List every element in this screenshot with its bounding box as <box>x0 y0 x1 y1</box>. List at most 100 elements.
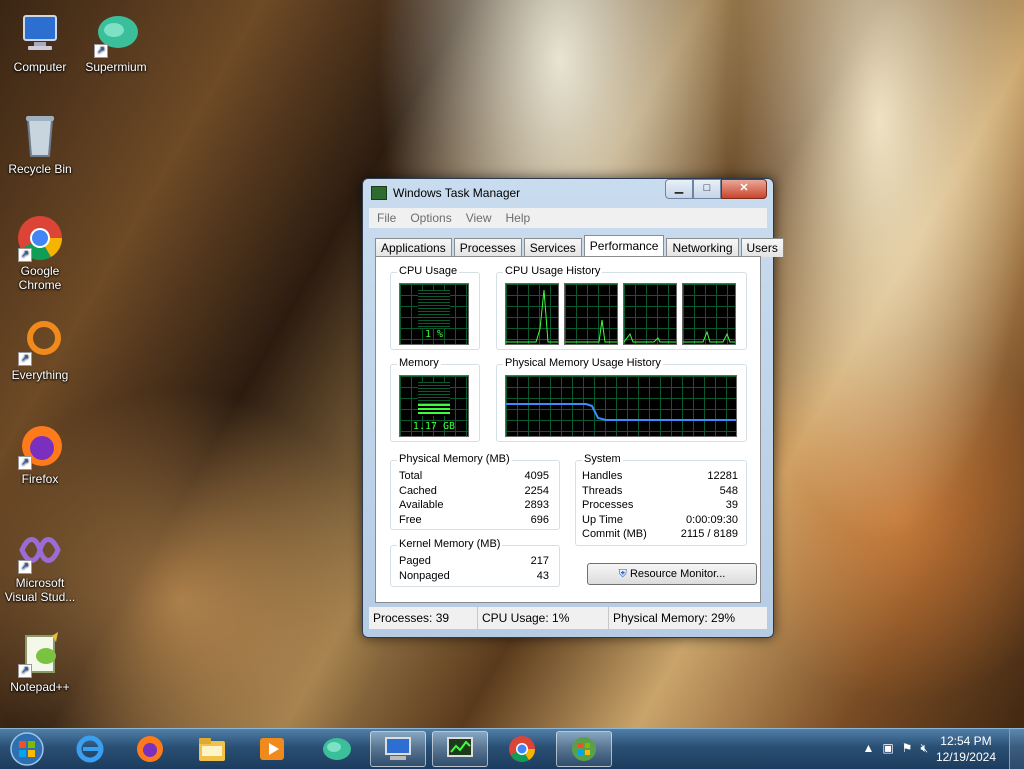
folder-icon <box>199 738 225 761</box>
stat-row-free: Free 696 <box>399 513 549 528</box>
stat-name: Paged <box>399 555 431 567</box>
stat-row-cached: Cached 2254 <box>399 484 549 499</box>
physical-memory-label: Physical Memory (MB) <box>397 453 512 465</box>
stat-name: Free <box>399 513 422 526</box>
system-tray: ▲ ▣ ⚑ 🔇︎ <box>862 741 928 756</box>
taskbar-firefox[interactable] <box>122 731 178 767</box>
taskbar-media-player[interactable] <box>244 731 300 767</box>
desktop-icon-recycle-bin[interactable]: Recycle Bin <box>2 112 78 176</box>
stat-value: 39 <box>725 499 738 511</box>
chrome-icon: ↗ <box>16 214 64 262</box>
desktop-icon-label: Google Chrome <box>18 264 62 292</box>
memory-group: Memory 1.17 GB <box>390 357 480 442</box>
stat-name: Handles <box>582 470 623 482</box>
stat-value: 2115 / 8189 <box>680 528 738 540</box>
status-cpu-usage: CPU Usage: 1% <box>478 607 609 629</box>
menu-view[interactable]: View <box>466 211 492 225</box>
taskbar-remote-desktop[interactable] <box>370 731 426 767</box>
stat-name: Up Time <box>582 513 623 526</box>
desktop-icon-notepad-plus-plus[interactable]: ↗ Notepad++ <box>2 630 78 694</box>
desktop-icon-label: Firefox <box>21 472 59 486</box>
taskbar-internet-explorer[interactable] <box>62 731 118 767</box>
desktop-icon-label: Computer <box>13 60 67 74</box>
tab-applications[interactable]: Applications <box>375 238 452 257</box>
taskbar-chrome[interactable] <box>494 731 550 767</box>
cpu-usage-group: CPU Usage 1 % <box>390 265 480 350</box>
memory-bars-used <box>418 404 450 416</box>
tab-users[interactable]: Users <box>740 238 784 257</box>
resource-monitor-button[interactable]: ⛨ Resource Monitor... <box>587 563 757 585</box>
cpu-usage-meter: 1 % <box>399 283 469 345</box>
network-icon[interactable]: ▣ <box>882 741 893 756</box>
stat-name: Total <box>399 470 423 482</box>
stat-value: 2254 <box>524 484 549 497</box>
shortcut-arrow-icon: ↗ <box>94 44 108 58</box>
volume-muted-icon[interactable]: 🔇︎ <box>920 741 928 756</box>
desktop-icon-everything[interactable]: ↗ Everything <box>2 318 78 382</box>
stat-value: 548 <box>719 484 738 497</box>
task-manager-app-icon <box>371 186 387 200</box>
cpu-history-graph-core-3 <box>623 283 677 345</box>
desktop-icon-firefox[interactable]: ↗ Firefox <box>2 422 78 486</box>
clock[interactable]: 12:54 PM 12/19/2024 <box>936 733 996 765</box>
cpu-history-graph-core-4 <box>682 283 736 345</box>
recycle-bin-icon <box>16 112 64 160</box>
firefox-icon: ↗ <box>16 422 64 470</box>
taskbar-windows-app[interactable] <box>556 731 612 767</box>
resource-monitor-label: Resource Monitor... <box>629 568 726 580</box>
stat-value: 0:00:09:30 <box>686 513 738 526</box>
desktop-icon-visual-studio[interactable]: ↗ Microsoft Visual Stud... <box>0 526 80 604</box>
stat-name: Nonpaged <box>399 569 450 582</box>
windows-orb-icon <box>572 737 596 761</box>
taskbar-file-explorer[interactable] <box>184 731 240 767</box>
stat-value: 696 <box>530 513 549 526</box>
tab-performance[interactable]: Performance <box>583 235 665 257</box>
physical-memory-group: Physical Memory (MB) Total 4095 Cached 225… <box>390 453 560 530</box>
close-button[interactable]: ✕ <box>721 179 767 199</box>
computer-icon <box>16 10 64 58</box>
show-hidden-icons-button[interactable]: ▲ <box>862 741 874 756</box>
media-player-icon <box>260 738 284 760</box>
cpu-history-graph-core-2 <box>564 283 618 345</box>
window-title: Windows Task Manager <box>393 186 521 200</box>
cpu-usage-value: 1 % <box>424 329 444 340</box>
stat-row-handles: Handles 12281 <box>582 469 738 484</box>
show-desktop-button[interactable] <box>1009 729 1024 769</box>
internet-explorer-icon <box>76 735 104 763</box>
cpu-usage-label: CPU Usage <box>397 265 460 277</box>
stat-row-nonpaged: Nonpaged 43 <box>399 569 549 584</box>
action-center-flag-icon[interactable]: ⚑ <box>902 741 913 756</box>
supermium-icon: ↗ <box>92 10 140 58</box>
maximize-button[interactable]: □ <box>693 179 721 199</box>
supermium-icon <box>323 738 351 760</box>
menu-file[interactable]: File <box>377 211 396 225</box>
memory-history-graph <box>505 375 737 437</box>
title-bar[interactable]: Windows Task Manager <box>371 183 520 203</box>
stat-value: 4095 <box>524 470 549 482</box>
task-manager-icon <box>447 737 473 757</box>
desktop-icon-supermium[interactable]: ↗ Supermium <box>78 10 154 74</box>
tab-services[interactable]: Services <box>523 238 582 257</box>
memory-meter: 1.17 GB <box>399 375 469 437</box>
taskbar: ▲ ▣ ⚑ 🔇︎ 12:54 PM 12/19/2024 <box>0 728 1024 769</box>
stat-name: Processes <box>582 499 634 511</box>
taskbar-supermium[interactable] <box>308 731 364 767</box>
desktop-icon-label: Microsoft Visual Stud... <box>4 576 76 604</box>
memory-label: Memory <box>397 357 441 369</box>
shortcut-arrow-icon: ↗ <box>18 664 32 678</box>
memory-bars-empty <box>418 382 450 404</box>
menu-help[interactable]: Help <box>506 211 531 225</box>
desktop-icon-computer[interactable]: Computer <box>2 10 78 74</box>
tab-processes[interactable]: Processes <box>453 238 522 257</box>
stat-row-paged: Paged 217 <box>399 554 549 569</box>
task-manager-window: Windows Task Manager ▁ □ ✕ File Options … <box>362 178 784 638</box>
status-bar: Processes: 39 CPU Usage: 1% Physical Mem… <box>369 607 767 629</box>
start-button[interactable] <box>2 731 52 767</box>
tab-networking[interactable]: Networking <box>666 238 739 257</box>
menu-options[interactable]: Options <box>410 211 451 225</box>
taskbar-task-manager[interactable] <box>432 731 488 767</box>
stat-row-commit: Commit (MB) 2115 / 8189 <box>582 527 738 542</box>
desktop-icon-google-chrome[interactable]: ↗ Google Chrome <box>2 214 78 292</box>
minimize-button[interactable]: ▁ <box>665 179 693 199</box>
shortcut-arrow-icon: ↗ <box>18 248 32 262</box>
